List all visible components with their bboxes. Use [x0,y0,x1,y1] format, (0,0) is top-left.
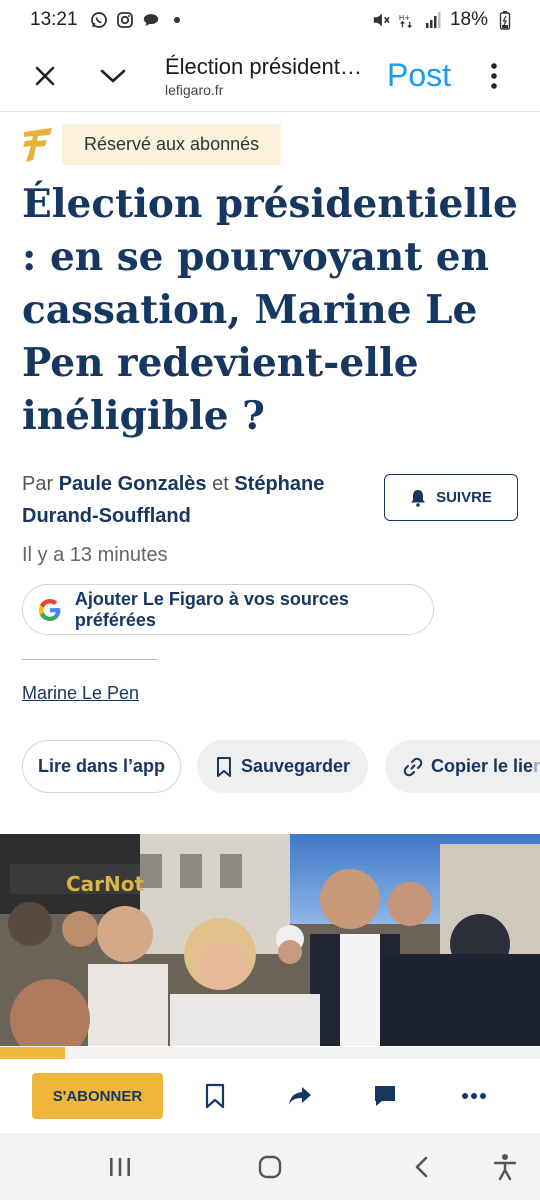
copy-link-button[interactable]: Copier le lien [385,740,540,793]
page-url: lefigaro.fr [165,81,224,98]
chat-icon [142,11,160,29]
comment-icon [375,1086,395,1106]
reading-progress-bar [0,1047,540,1059]
more-options-button[interactable] [451,1073,497,1119]
reading-progress-fill [0,1047,65,1059]
topic-tag-link[interactable]: Marine Le Pen [22,683,139,704]
browser-topbar: Élection présidentielle : en se pourvoya… [0,40,540,112]
bookmark-icon [205,1083,225,1109]
follow-button[interactable]: SUIVRE [384,474,518,521]
accessibility-icon [493,1154,517,1181]
recents-button[interactable] [96,1143,144,1191]
save-label: Sauvegarder [240,756,350,776]
mute-icon [372,11,390,29]
bookmark-button[interactable] [192,1073,238,1119]
follow-label: SUIVRE [436,489,492,506]
overflow-menu-button[interactable] [466,48,522,104]
signal-icon [424,11,442,29]
brand-row: Réservé aux abonnés [22,124,282,165]
back-icon [415,1156,428,1178]
le-figaro-logo [23,127,52,162]
post-button[interactable]: Post [387,57,451,94]
more-icon [462,1093,486,1099]
subscriber-badge: Réservé aux abonnés [62,124,282,165]
back-button[interactable] [398,1143,446,1191]
system-navigation-bar [0,1133,540,1200]
dot-icon [168,11,186,29]
home-button[interactable] [246,1143,294,1191]
status-bar: 13:21 H+ 18% [0,0,540,40]
google-icon [38,598,61,621]
save-article-button[interactable]: Sauvegarder [197,740,368,793]
svg-text:H+: H+ [399,13,410,22]
article-action-row: Lire dans l’app Sauvegarder Copier le li… [22,740,540,794]
battery-icon [496,11,514,30]
copy-link-label: Copier le lien [431,756,540,776]
link-icon [403,757,423,776]
comments-button[interactable] [362,1073,408,1119]
recents-icon [110,1158,130,1176]
author-link[interactable]: Paule Gonzalès [59,473,207,495]
subscribe-button[interactable]: S'ABONNER [32,1073,163,1119]
byline-join: et [212,473,229,495]
page-title: Élection présidentielle : en se pourvoya… [165,53,365,79]
article-headline: Élection présidentielle : en se pourvoya… [22,181,518,439]
status-time: 13:21 [30,9,78,30]
byline-prefix: Par [22,473,54,495]
whatsapp-icon [90,11,108,29]
share-icon [289,1087,311,1105]
byline: Par Paule Gonzalès et Stéphane Durand-So… [22,468,362,532]
accessibility-button[interactable] [481,1143,529,1191]
read-in-app-label: Lire dans l’app [37,756,166,776]
bookmark-icon [216,756,231,777]
instagram-icon [116,11,134,29]
chevron-down-icon [100,69,126,82]
svg-text:CarNot: CarNot [66,872,145,896]
battery-percent: 18% [449,9,488,30]
more-vertical-icon [491,62,497,89]
page-title-block: Élection présidentielle : en se pourvoya… [165,54,365,98]
publish-time: Il y a 13 minutes [22,544,168,566]
collapse-button[interactable] [85,48,141,104]
home-icon [258,1155,282,1179]
divider [22,659,158,660]
share-button[interactable] [277,1073,323,1119]
close-button[interactable] [17,48,73,104]
google-preferred-source-button[interactable]: Ajouter Le Figaro à vos sources préférée… [22,584,434,635]
bell-icon [411,489,426,507]
article-photo: CarNot [0,834,540,1046]
close-icon [35,66,55,85]
data-icon: H+ [398,11,416,29]
read-in-app-button[interactable]: Lire dans l’app [22,740,181,793]
google-button-label: Ajouter Le Figaro à vos sources préférée… [74,588,349,630]
